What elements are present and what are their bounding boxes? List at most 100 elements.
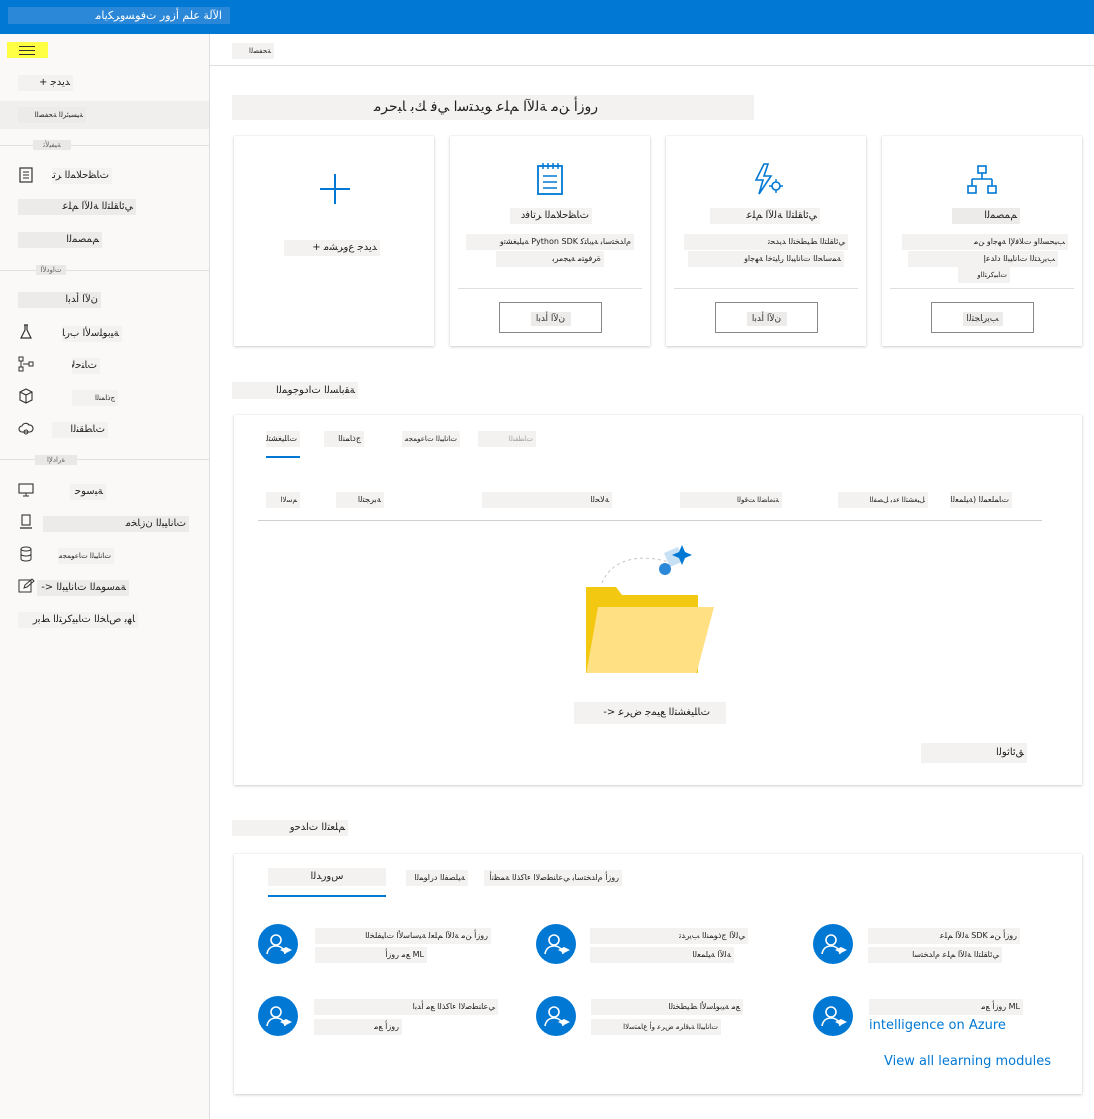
sidebar-item-pipelines[interactable]: ﺕﺎﻨﺣﻻﺍ	[0, 352, 209, 378]
main-content: ﺔﺤﻔﺼﻟﺍ ﺭﻭﺯﺃ ﻦﻣ ﺔﻟﻵﺍ ﻢﻠﻋ ﻮﻳﺪﺘﺳﺍ ﻲﻓ ﻚﺑ ﺎﺒﺣ…	[210, 34, 1094, 1119]
graduation-cap-icon[interactable]	[813, 996, 853, 1036]
sidebar-item-labeled-data[interactable]: ﺔﻤﺳﻮﻤﻟﺍ ﺕﺎﻧﺎﻴﺒﻟﺍ <-	[0, 574, 209, 600]
flask-icon	[20, 324, 32, 339]
notebook-icon	[537, 163, 563, 195]
pipeline-icon	[18, 356, 34, 372]
hierarchy-icon	[967, 165, 997, 194]
graduation-cap-icon[interactable]	[536, 996, 576, 1036]
cloud-endpoint-icon	[18, 422, 34, 435]
column-header[interactable]: ﻢﺳﻻﺍ	[266, 492, 300, 508]
recent-section-title: ﺔﻘﺑﺎﺴﻟﺍ ﺕﺍﺩﻮﺟﻮﻤﻟﺍ	[232, 382, 358, 399]
empty-folder-icon	[586, 545, 714, 673]
sidebar-item-datastores[interactable]: ﺕﺎﻧﺎﻴﺒﻟﺍ ﻥﺯﺎﺨﻣ	[0, 510, 209, 536]
page-title: ﺭﻭﺯﺃ ﻦﻣ ﺔﻟﻵﺍ ﻢﻠﻋ ﻮﻳﺪﺘﺳﺍ ﻲﻓ ﻚﺑ ﺎﺒﺣﺮﻣ	[232, 95, 754, 120]
module-title[interactable]: ﻲﻋﺎﻨﻄﺻﻻﺍ ﺀﺎﻛﺬﻟﺍ ﻊﻣ ﺃﺪﺑﺍ	[314, 999, 498, 1015]
sidebar-item-label: ﺔﺒﺳﻮﺣ	[70, 484, 106, 500]
card-title: ﺪﻳﺪﺟ ﻉﻭﺮﺸﻣ +	[284, 240, 380, 256]
card-automl[interactable]: ﻲﺋﺎﻘﻠﺘﻟﺍ ﺔﻟﻵﺍ ﻢﻠﻋ ﻲﺋﺎﻘﻠﺘﻟﺍ ﻂﻴﻄﺨﺘﻟﺍ ﺪﻳﺪﺤﺗ…	[666, 136, 866, 346]
module-title[interactable]: ﺕﺎﻧﺎﻴﺒﻟﺍ ﺔﺒﻗﺍﺮﻣ ﺽﺮﻋ ﻭﺃ ﻉﺎﻤﺘﺳﻻﺍ	[591, 1019, 721, 1035]
tab-models[interactable]: ﺝﺫﺎﻤﻨﻟﺍ	[324, 431, 364, 447]
tab-runs[interactable]: ﺕﺎﻠﻴﻐﺸﺘﻟﺍ	[266, 431, 300, 458]
graduation-cap-icon[interactable]	[813, 924, 853, 964]
column-header[interactable]: ﺔﻟﺎﺤﻟﺍ	[482, 492, 612, 508]
card-description: ﺐﻴﺤﺴﻟﺍﻭ ﺕﻼﻓﻹﺍ ﺔﻬﺟﺍﻭ ﻦﻣ	[902, 234, 1068, 250]
notebooks-start-button[interactable]: ﻥﻵﺍ ﺃﺪﺑﺍ	[499, 302, 602, 333]
sidebar-item-linked-services[interactable]: ﺎﻬﺑ ﺹﺎﺨﻟﺍ ﺕﺎﺒﻴﻛﺮﺘﻟﺍ ﻂﺑﺭ	[0, 606, 209, 632]
module-title[interactable]: ﺭﻭﺯﺃ ﻦﻣ SDK ﺔﻟﻵﺍ ﻢﻠﻋ	[868, 928, 1020, 944]
sidebar-item-label: ﺕﺎﻨﺣﻻﺍ	[72, 358, 100, 374]
documentation-link[interactable]: ﻖﺋﺎﺛﻮﻟﺍ	[921, 743, 1027, 763]
automl-start-button[interactable]: ﻥﻵﺍ ﺃﺪﺑﺍ	[715, 302, 818, 333]
card-description: ﺔﻤﺳﺎﺤﻟﺍ ﺕﺎﻧﺎﻴﺒﻟﺍ ﺭﺎﻴﺘﺧﺍ ﺔﻬﺟﺍﻭ	[688, 251, 844, 267]
module-title[interactable]: ﻲﻟﻵﺍ ﺝﺫﻮﻤﻨﻟﺍ ﺐﻳﺭﺪﺗ	[590, 928, 748, 944]
sidebar-item-label: ﺕﺎﻧﺎﻴﺒﻟﺍ ﺕﺎﻋﻮﻤﺠﻣ	[58, 548, 114, 564]
sidebar: ﺪﻳﺪﺟ + ﺔﻴﺴﻴﺋﺮﻟﺍ ﺔﺤﻔﺼﻟﺍ ﺔﻴﻔﻴﻟﺄﺗ ﺕﺎﻈﺣﻼﻤﻟﺍ …	[0, 34, 210, 1119]
card-designer[interactable]: ﻢﻤﺼﻤﻟﺍ ﺐﻴﺤﺴﻟﺍﻭ ﺕﻼﻓﻹﺍ ﺔﻬﺟﺍﻭ ﻦﻣ ﺐﻳﺭﺪﺘﻟﺍ ﺕﺎ…	[882, 136, 1082, 346]
cube-icon	[19, 388, 33, 404]
card-new-project[interactable]: ﺪﻳﺪﺟ ﻉﻭﺮﺸﻣ +	[234, 136, 434, 346]
column-header[interactable]: ﺔﻨﻣﺎﻀﻟﺍ ﺖﻗﻮﻟﺍ	[680, 492, 782, 508]
sidebar-item-label: ﺕﺎﻧﺎﻴﺒﻟﺍ ﻥﺯﺎﺨﻣ	[43, 516, 189, 532]
column-header[interactable]: ﻞﻴﻐﺸﺘﻟﺍ ﺀﺪﺑ ﻞﺼﻔﻟﺍ	[838, 492, 928, 508]
sidebar-item-label: ﻥﻵﺍ ﺃﺪﺑﺍ	[18, 292, 101, 308]
server-icon	[20, 514, 32, 529]
section-label-authoring: ﺔﻴﻔﻴﻟﺄﺗ	[33, 140, 71, 150]
edit-icon	[18, 578, 35, 593]
module-title[interactable]: ﺭﻭﺯﺃ ﻊﻣ	[314, 1019, 402, 1035]
module-title[interactable]: ﻊﻣ ﺔﻴﺑﻮﻠﺳﻷﺍ ﻂﻴﻄﺨﺘﻟﺍ	[591, 999, 743, 1015]
card-title: ﺕﺎﻈﺣﻼﻤﻟﺍ ﺮﺗﺎﻓﺩ	[510, 208, 592, 224]
module-title[interactable]: ﺔﻟﻵﺍ ﺔﻴﻠﻤﻌﻟﺍ	[590, 947, 734, 963]
top-bar: ﺍﻵﻟﺔ ﻋﻠﻢ ﺃﺯﻭﺭ ﺕﻓﻮﺴﻭﺮﻜﻳﺎﻣ	[0, 0, 1094, 34]
sidebar-item-designer[interactable]: ﻢﻤﺼﻤﻟﺍ	[0, 227, 209, 253]
sidebar-item-label: ﺝﺫﺎﻤﻨﻟﺍ	[72, 390, 118, 406]
tab-datasets[interactable]: ﺕﺎﻧﺎﻴﺒﻟﺍ ﺕﺎﻋﻮﻤﺠﻣ	[402, 431, 460, 447]
sidebar-item-automl[interactable]: ﻲﺋﺎﻘﻠﺘﻟﺍ ﺔﻟﻵﺍ ﻢﻠﻋ	[0, 194, 209, 220]
card-description: ﻲﺋﺎﻘﻠﺘﻟﺍ ﻂﻴﻄﺨﺘﻟﺍ ﺪﻳﺪﺤﺗ	[684, 234, 848, 250]
sidebar-item-label: ﻢﻤﺼﻤﻟﺍ	[18, 232, 102, 248]
app-title[interactable]: ﺍﻵﻟﺔ ﻋﻠﻢ ﺃﺯﻭﺭ ﺕﻓﻮﺴﻭﺮﻜﻳﺎﻣ	[8, 7, 230, 24]
sidebar-item-home[interactable]: ﺔﻴﺴﻴﺋﺮﻟﺍ ﺔﺤﻔﺼﻟﺍ	[0, 101, 209, 129]
sidebar-item-label: ﻲﺋﺎﻘﻠﺘﻟﺍ ﺔﻟﻵﺍ ﻢﻠﻋ	[18, 199, 136, 215]
sidebar-item-experiments[interactable]: ﺔﻴﺑﻮﻠﺳﻷﺍ ﺏﺭﺎﺠﺘﻟﺍ	[0, 320, 209, 346]
plus-icon	[320, 174, 350, 204]
learn-panel: ﺱﻭﺭﺪﻟﺍ ﺔﻴﻠﺼﻔﻟﺍ ﺩﺭﺍﻮﻤﻟﺍ ﺭﻭﺯﺃ ﻡﺍﺪﺨﺘﺳﺎﺑ ﻲﻋﺎ…	[234, 854, 1082, 1094]
sidebar-item-endpoints[interactable]: ﺕﺎﻄﻘﻨﻟﺍ	[0, 416, 209, 442]
sidebar-item-label: ﺔﻤﺳﻮﻤﻟﺍ ﺕﺎﻧﺎﻴﺒﻟﺍ <-	[37, 580, 129, 596]
column-header[interactable]: ﺔﺑﺮﺠﺘﻟﺍ	[336, 492, 384, 508]
section-label-manage: ﺓﺭﺍﺩﻹﺍ	[35, 455, 77, 465]
view-all-learning-modules-link[interactable]: View all learning modules	[884, 1054, 1051, 1069]
sidebar-item-new[interactable]: ﺪﻳﺪﺟ +	[0, 71, 209, 97]
sidebar-item-compute[interactable]: ﺔﺒﺳﻮﺣ	[0, 478, 209, 504]
module-title[interactable]: ﻲﺋﺎﻘﻠﺘﻟﺍ ﺔﻟﻵﺍ ﻢﻠﻋ ﻡﺍﺪﺨﺘﺳﺍ	[868, 947, 1002, 963]
sidebar-item-label: ﺪﻳﺪﺟ +	[18, 75, 73, 91]
tab-endpoints[interactable]: ﺕﺎﻄﻘﻨﻟﺍ	[478, 431, 536, 447]
graduation-cap-icon[interactable]	[536, 924, 576, 964]
sidebar-item-notebooks[interactable]: ﺕﺎﻈﺣﻼﻤﻟﺍ ﺮﺗﺎﻓﺩ	[0, 162, 209, 188]
module-title[interactable]: ﺭﻭﺯﺃ ﻦﻣ ﺔﻟﻵﺍ ﻢﻠﻌﻟ ﺔﻴﺳﺎﺳﻷﺍ ﺕﺎﻴﻔﻠﺨﻟﺍ	[315, 928, 491, 944]
sidebar-item-datasets[interactable]: ﺕﺎﻧﺎﻴﺒﻟﺍ ﺕﺎﻋﻮﻤﺠﻣ	[0, 542, 209, 568]
sidebar-item-label: ﺕﺎﻈﺣﻼﻤﻟﺍ ﺮﺗﺎﻓﺩ	[52, 168, 112, 184]
column-header[interactable]: ﺕﺎﻤﻠﻌﻤﻟﺍ (ﺔﻴﻠﻤﻌﻟﺍ)	[950, 492, 1012, 508]
breadcrumb[interactable]: ﺔﺤﻔﺼﻟﺍ	[232, 43, 274, 59]
module-title[interactable]: ML ﻊﻣ ﺭﻭﺯﺃ	[315, 947, 427, 963]
graduation-cap-icon[interactable]	[258, 924, 298, 964]
designer-start-button[interactable]: ﺐﻳﺭﺎﺠﺘﻟﺍ	[931, 302, 1034, 333]
view-all-runs-link[interactable]: ﺕﺎﻠﻴﻐﺸﺘﻟﺍ ﻊﻴﻤﺟ ﺽﺮﻋ <-	[574, 702, 726, 724]
hamburger-menu-icon[interactable]	[7, 42, 48, 58]
section-label-assets: ﺕﺍﻭﺩﻷﺍ	[36, 265, 66, 275]
recent-panel: ﺕﺎﻠﻴﻐﺸﺘﻟﺍ ﺝﺫﺎﻤﻨﻟﺍ ﺕﺎﻧﺎﻴﺒﻟﺍ ﺕﺎﻋﻮﻤﺠﻣ ﺕﺎﻄﻘﻨ…	[234, 415, 1082, 785]
sidebar-item-label: ﺎﻬﺑ ﺹﺎﺨﻟﺍ ﺕﺎﺒﻴﻛﺮﺘﻟﺍ ﻂﺑﺭ	[18, 612, 138, 628]
module-title[interactable]: ML ﺭﻭﺯﺃ ﻊﻣ	[869, 999, 1023, 1015]
card-notebooks[interactable]: ﺕﺎﻈﺣﻼﻤﻟﺍ ﺮﺗﺎﻓﺩ ﻡﺍﺪﺨﺘﺳﺎﺑ ﺔﻴﺑﺎﺘﻛ Python SD…	[450, 136, 650, 346]
card-title: ﻲﺋﺎﻘﻠﺘﻟﺍ ﺔﻟﻵﺍ ﻢﻠﻋ	[710, 208, 820, 224]
sidebar-item-get-started[interactable]: ﻥﻵﺍ ﺃﺪﺑﺍ	[0, 287, 209, 313]
tab-learning-paths[interactable]: ﺱﻭﺭﺪﻟﺍ	[268, 868, 386, 897]
tab-ai-systems[interactable]: ﺭﻭﺯﺃ ﻡﺍﺪﺨﺘﺳﺎﺑ ﻲﻋﺎﻨﻄﺻﻻﺍ ﺀﺎﻛﺬﻟﺍ ﺔﻤﻈﻧﺃ	[484, 870, 622, 886]
tab-resources[interactable]: ﺔﻴﻠﺼﻔﻟﺍ ﺩﺭﺍﻮﻤﻟﺍ	[406, 870, 468, 886]
sidebar-item-label: ﺔﻴﺴﻴﺋﺮﻟﺍ ﺔﺤﻔﺼﻟﺍ	[18, 107, 86, 123]
sidebar-item-models[interactable]: ﺝﺫﺎﻤﻨﻟﺍ	[0, 384, 209, 410]
module-link-azure-ai[interactable]: intelligence on Azure	[869, 1018, 1006, 1033]
card-title: ﻢﻤﺼﻤﻟﺍ	[952, 208, 1020, 224]
graduation-cap-icon[interactable]	[258, 996, 298, 1036]
database-icon	[20, 546, 32, 562]
